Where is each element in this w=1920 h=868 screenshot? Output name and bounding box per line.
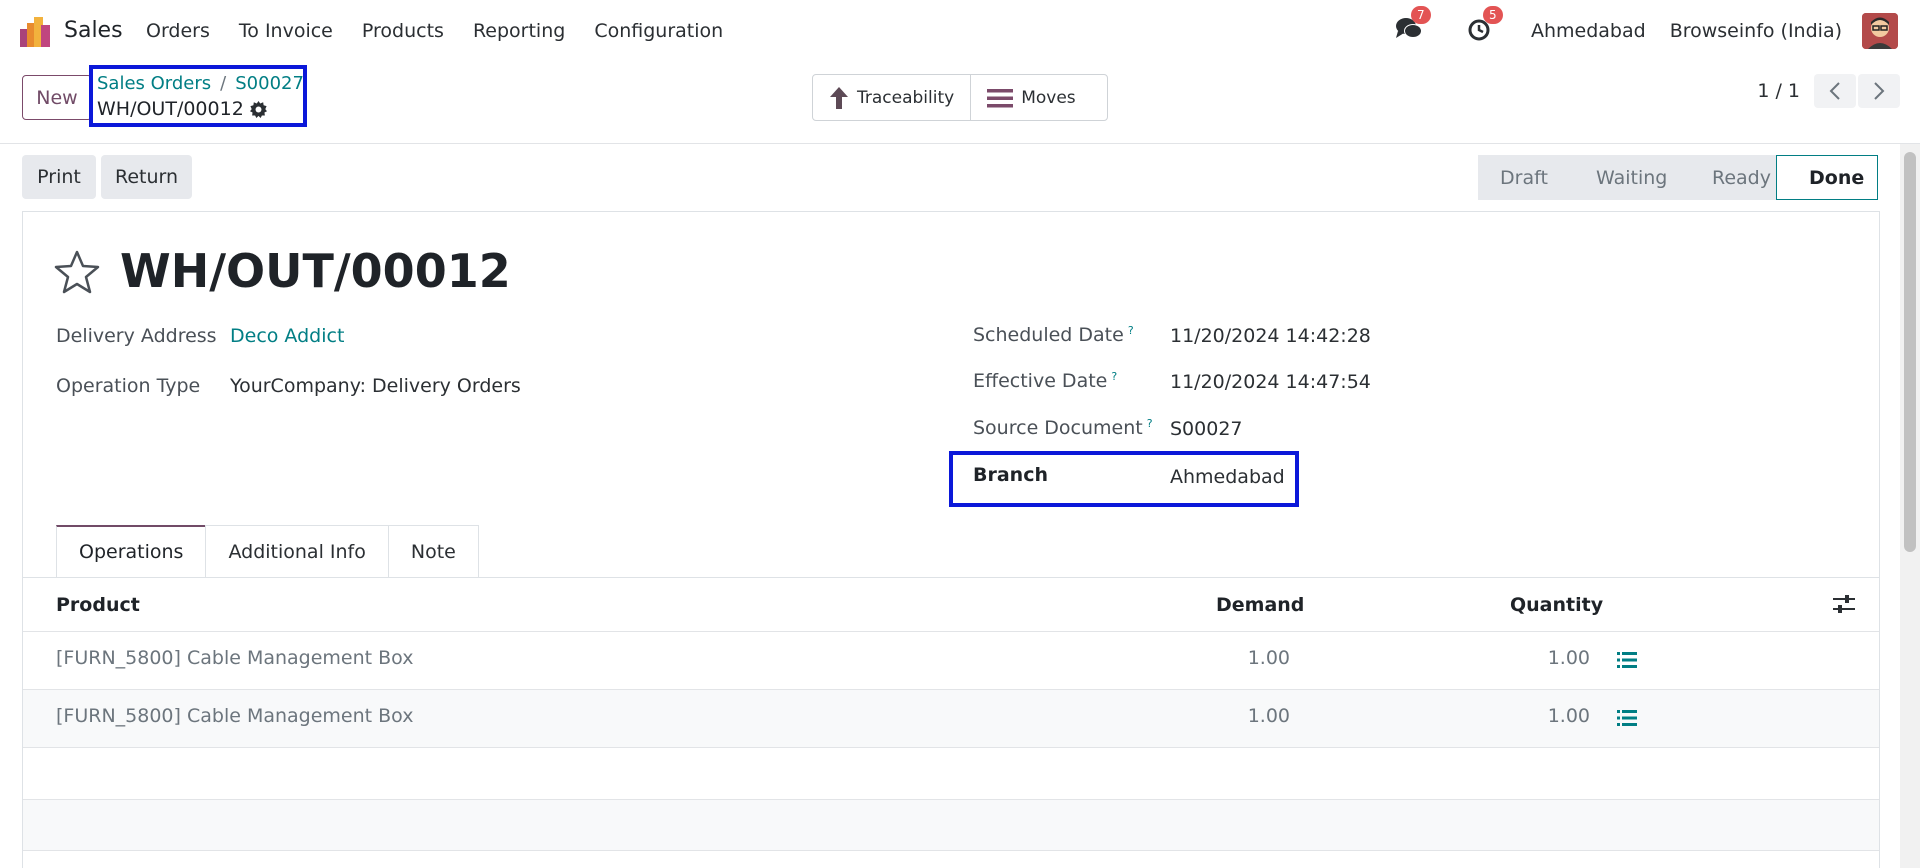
chevron-left-icon [1829,82,1840,100]
systray: 7 5 Ahmedabad Browseinfo (India) [1395,0,1920,62]
app-name[interactable]: Sales [64,18,123,43]
status-waiting[interactable]: Waiting [1564,155,1680,200]
effective-date-label-text: Effective Date [973,370,1108,392]
status-ready[interactable]: Ready [1680,155,1776,200]
tab-operations[interactable]: Operations [56,525,207,577]
menu-to-invoice[interactable]: To Invoice [239,20,333,42]
user-avatar[interactable] [1862,13,1898,49]
avatar-icon [1862,13,1898,49]
record-title: WH/OUT/00012 [120,244,511,298]
traceability-label: Traceability [857,87,955,108]
pager: 1 / 1 [1757,74,1920,108]
scrollbar-thumb[interactable] [1904,152,1916,552]
empty-row [23,799,1879,851]
menu-configuration[interactable]: Configuration [594,20,723,42]
scheduled-date-label-text: Scheduled Date [973,324,1124,346]
delivery-address-value[interactable]: Deco Addict [230,325,344,347]
breadcrumb-sales-orders[interactable]: Sales Orders [97,73,211,94]
control-panel: New Sales Orders / S00027 WH/OUT/00012 Tra… [0,62,1920,144]
menu-products[interactable]: Products [362,20,444,42]
branch-switcher[interactable]: Ahmedabad [1531,20,1646,42]
status-draft[interactable]: Draft [1478,155,1564,200]
empty-row [23,747,1879,799]
branch-value[interactable]: Ahmedabad [1170,466,1285,488]
star-icon[interactable] [54,250,100,294]
row-2-product[interactable]: [FURN_5800] Cable Management Box [56,705,413,727]
breadcrumb: Sales Orders / S00027 [97,73,304,94]
moves-button[interactable]: Moves [970,75,1091,120]
list-bars-icon [987,88,1014,107]
breadcrumb-separator: / [220,73,227,94]
column-demand[interactable]: Demand [1216,594,1304,616]
row-1-details-icon[interactable] [1617,651,1637,669]
source-document-label: Source Document? [973,417,1153,439]
menu-orders[interactable]: Orders [146,20,210,42]
scheduled-date-value[interactable]: 11/20/2024 14:42:28 [1170,325,1371,347]
tab-note[interactable]: Note [387,525,479,577]
row-2-quantity[interactable]: 1.00 [1500,705,1590,727]
row-2-demand[interactable]: 1.00 [1200,705,1290,727]
page-scrollbar[interactable] [1900,144,1920,868]
column-product[interactable]: Product [56,594,140,616]
traceability-button[interactable]: Traceability [813,75,970,120]
messages-badge: 7 [1410,6,1431,24]
main-menu: Orders To Invoice Products Reporting Con… [146,20,752,42]
tabs-divider [22,577,1880,578]
effective-date-help-icon[interactable]: ? [1111,370,1117,383]
column-quantity[interactable]: Quantity [1510,594,1603,616]
tab-additional-info[interactable]: Additional Info [205,525,389,577]
app-logo-icon[interactable] [20,17,50,47]
operation-type-value[interactable]: YourCompany: Delivery Orders [230,375,521,397]
source-document-help-icon[interactable]: ? [1147,417,1153,430]
notebook-tabs: Operations Additional Info Note [56,525,479,577]
pager-previous-button[interactable] [1814,74,1856,108]
activities-badge: 5 [1482,6,1503,24]
gear-icon[interactable] [249,100,267,118]
row-2-details-icon[interactable] [1617,709,1637,727]
new-button[interactable]: New [22,75,92,120]
status-done[interactable]: Done [1776,155,1878,200]
row-1-demand[interactable]: 1.00 [1200,647,1290,669]
breadcrumb-current-label: WH/OUT/00012 [97,98,244,120]
source-document-value[interactable]: S00027 [1170,418,1243,440]
return-button[interactable]: Return [101,155,192,199]
pager-value[interactable]: 1 / 1 [1757,80,1800,102]
row-1-quantity[interactable]: 1.00 [1500,647,1590,669]
branch-label: Branch [973,464,1048,486]
delivery-address-label: Delivery Address [56,325,217,347]
row-1-product[interactable]: [FURN_5800] Cable Management Box [56,647,413,669]
menu-reporting[interactable]: Reporting [473,20,565,42]
operation-type-label: Operation Type [56,375,201,397]
pager-next-button[interactable] [1858,74,1900,108]
optional-columns-icon[interactable] [1833,594,1855,614]
company-switcher[interactable]: Browseinfo (India) [1670,20,1842,42]
print-button[interactable]: Print [22,155,96,199]
breadcrumb-current: WH/OUT/00012 [97,98,267,120]
effective-date-value[interactable]: 11/20/2024 14:47:54 [1170,371,1371,393]
effective-date-label: Effective Date? [973,370,1117,392]
moves-label: Moves [1021,87,1076,108]
top-navbar: Sales Orders To Invoice Products Reporti… [0,0,1920,62]
scheduled-date-help-icon[interactable]: ? [1128,324,1134,337]
arrow-up-icon [830,86,848,109]
chevron-right-icon [1874,82,1885,100]
smart-buttons: Traceability Moves [812,74,1108,121]
source-document-label-text: Source Document [973,417,1143,439]
scheduled-date-label: Scheduled Date? [973,324,1134,346]
statusbar: Draft Waiting Ready Done [1478,155,1878,200]
messages-button[interactable]: 7 [1395,6,1431,46]
activities-button[interactable]: 5 [1467,6,1503,46]
breadcrumb-order[interactable]: S00027 [235,73,304,94]
